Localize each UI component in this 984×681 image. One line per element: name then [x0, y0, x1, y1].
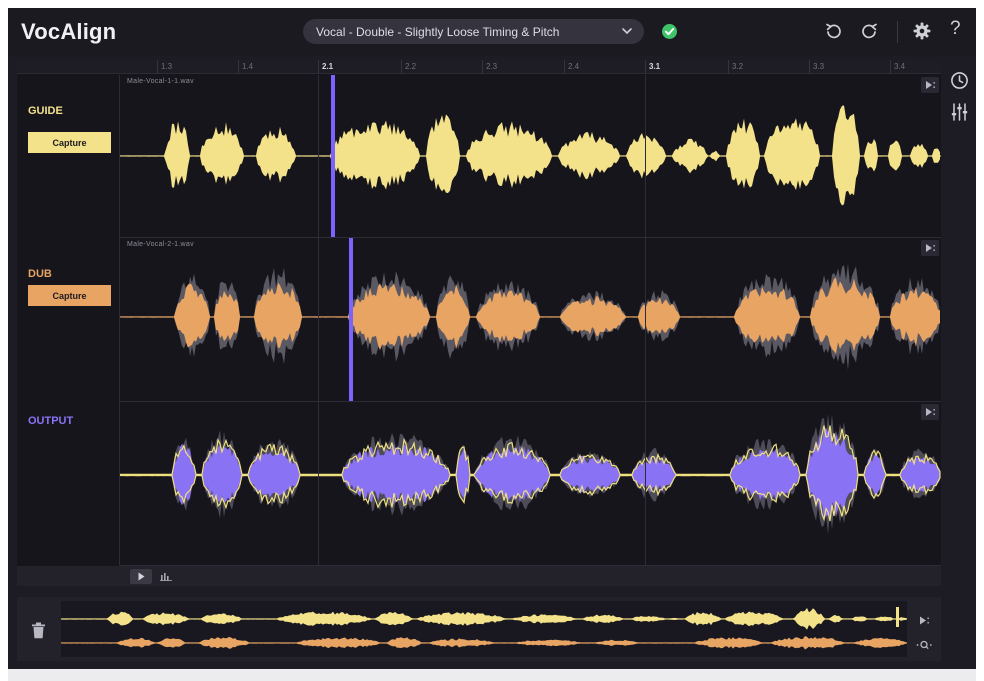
track-area: 1.3 1.4 2.1 2.2 2.3 2.4 3.1 3.2 3.3 3.4 GUIDE Cap… [17, 60, 941, 586]
ruler-tick-label: 1.4 [242, 62, 254, 71]
zoom-icon[interactable] [916, 639, 932, 651]
app-logo: VocAlign [21, 19, 117, 44]
ruler-tick-label: 3.3 [813, 62, 825, 71]
ruler-tick-label: 3.2 [732, 62, 744, 71]
play-selection-icon[interactable] [916, 614, 932, 627]
play-selection-icon[interactable] [921, 77, 939, 93]
ruler-tick-label: 2.1 [322, 62, 334, 71]
guide-capture-button[interactable]: Capture [28, 132, 111, 153]
waveform [120, 413, 941, 535]
guide-label: GUIDE [28, 105, 63, 117]
guide-file-name: Male-Vocal-1-1.wav [127, 78, 194, 85]
overview-selection-handle[interactable] [896, 607, 899, 627]
overview-waveforms[interactable] [61, 601, 907, 657]
dub-track-header: DUB Capture [17, 238, 120, 402]
ruler-tick [482, 60, 483, 74]
trash-icon[interactable] [31, 622, 46, 639]
play-icon[interactable] [130, 569, 152, 584]
dub-waveform-lane[interactable]: Male-Vocal-2-1.wav [120, 238, 941, 402]
preset-dropdown[interactable]: Vocal - Double - Slightly Loose Timing &… [303, 19, 644, 44]
output-label: OUTPUT [28, 415, 74, 427]
output-waveform-lane[interactable] [120, 402, 941, 566]
waveform [120, 263, 940, 371]
dub-label: DUB [28, 268, 52, 280]
ruler-tick [645, 60, 646, 74]
ruler-tick-label: 3.4 [894, 62, 906, 71]
gear-icon[interactable] [913, 22, 931, 40]
clock-icon[interactable] [950, 71, 969, 90]
guide-waveform [120, 105, 940, 206]
play-selection-icon[interactable] [921, 240, 939, 256]
play-selection-icon[interactable] [921, 404, 939, 420]
help-icon[interactable]: ? [950, 18, 961, 40]
check-circle-icon [662, 24, 677, 39]
ruler-tick-label: 3.1 [649, 62, 661, 71]
preset-label: Vocal - Double - Slightly Loose Timing &… [316, 24, 560, 39]
ruler-tick [809, 60, 810, 74]
playhead[interactable] [331, 75, 335, 237]
ruler-tick [318, 60, 319, 74]
guide-track-header: GUIDE Capture [17, 75, 120, 238]
undo-icon[interactable] [824, 22, 842, 40]
overview-dub-waveform [61, 636, 907, 650]
vocalign-window: VocAlign Vocal - Double - Slightly Loose… [8, 8, 976, 669]
waveform [120, 105, 941, 206]
chevron-down-icon [622, 28, 632, 35]
ruler-tick-label: 2.3 [486, 62, 498, 71]
ruler-tick [157, 60, 158, 74]
meter-icon[interactable] [160, 571, 172, 581]
window-bottom-strip [8, 669, 976, 681]
ruler-tick-label: 2.2 [405, 62, 417, 71]
overview-waveform [61, 607, 907, 650]
output-track-header: OUTPUT [17, 402, 120, 566]
ruler-tick [401, 60, 402, 74]
transport-bar [17, 566, 941, 586]
mixer-icon[interactable] [950, 102, 969, 122]
ruler-tick-label: 2.4 [568, 62, 580, 71]
overview-panel [17, 597, 941, 661]
timeline-ruler[interactable]: 1.3 1.4 2.1 2.2 2.3 2.4 3.1 3.2 3.3 3.4 [17, 60, 941, 74]
overview-guide-waveform [61, 608, 907, 630]
ruler-tick [890, 60, 891, 74]
playhead[interactable] [349, 238, 353, 401]
ruler-tick [728, 60, 729, 74]
header-bar: VocAlign Vocal - Double - Slightly Loose… [8, 8, 976, 56]
dub-file-name: Male-Vocal-2-1.wav [127, 241, 194, 248]
ruler-tick-label: 1.3 [161, 62, 173, 71]
bar-line [318, 75, 319, 566]
ruler-tick [238, 60, 239, 74]
guide-waveform-lane[interactable]: Male-Vocal-1-1.wav [120, 75, 941, 238]
redo-icon[interactable] [861, 22, 879, 40]
bar-line [645, 75, 646, 566]
dub-capture-button[interactable]: Capture [28, 285, 111, 306]
dub-waveform [120, 277, 940, 354]
header-divider [897, 21, 898, 43]
ruler-tick [564, 60, 565, 74]
